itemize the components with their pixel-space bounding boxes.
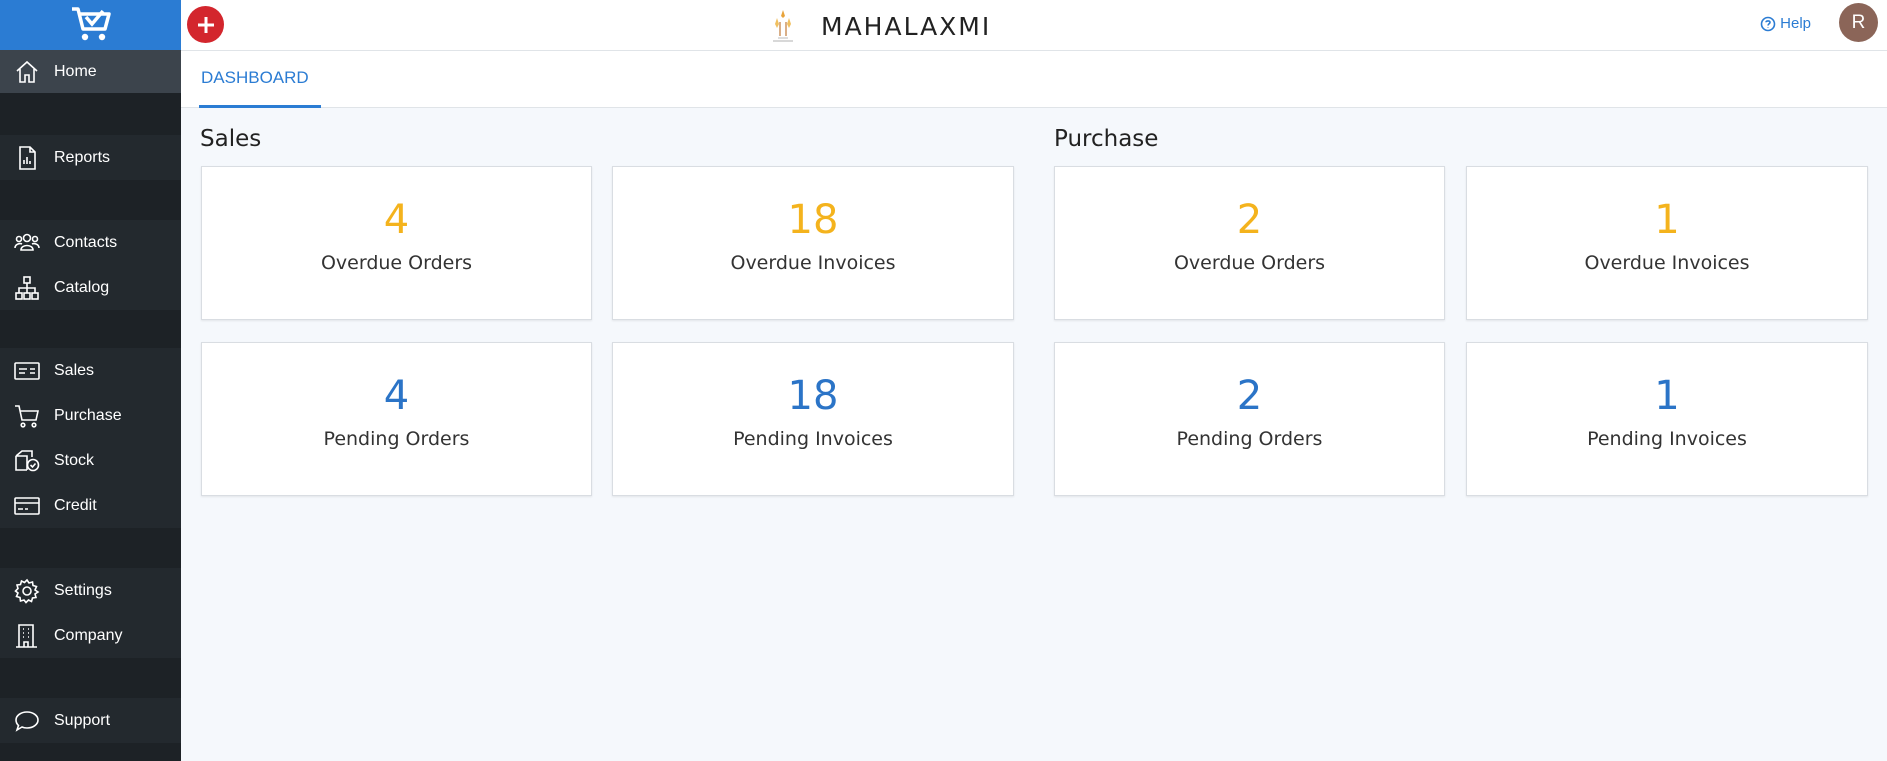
sidebar-item-label: Catalog <box>54 278 110 296</box>
cart-icon <box>12 401 42 431</box>
stat-label: Overdue Orders <box>1173 252 1326 274</box>
stat-label: Pending Orders <box>323 428 470 450</box>
stat-label: Pending Invoices <box>733 428 893 450</box>
stat-label: Pending Orders <box>1176 428 1323 450</box>
sidebar-item-label: Purchase <box>54 406 122 424</box>
app-logo[interactable] <box>0 0 181 50</box>
add-button[interactable] <box>187 6 224 43</box>
report-icon <box>12 143 42 173</box>
gear-icon <box>12 576 42 606</box>
sidebar-item-label: Reports <box>54 148 111 166</box>
sidebar-item-catalog[interactable]: Catalog <box>0 265 181 310</box>
tab-dashboard[interactable]: DASHBOARD <box>199 51 321 108</box>
sidebar-item-home[interactable]: Home <box>0 50 181 93</box>
sidebar-item-settings[interactable]: Settings <box>0 568 181 613</box>
sidebar-item-reports[interactable]: Reports <box>0 135 181 180</box>
help-link[interactable]: Help <box>1760 15 1811 32</box>
chat-icon <box>12 706 42 736</box>
stat-value: 2 <box>1236 373 1263 419</box>
building-icon <box>12 621 42 651</box>
stat-value: 1 <box>1654 197 1680 243</box>
sidebar-item-label: Contacts <box>54 233 118 251</box>
top-bar: MAHALAXMI Help R <box>181 0 1887 51</box>
cart-logo-icon <box>71 7 111 41</box>
sidebar-item-stock[interactable]: Stock <box>0 438 181 483</box>
stat-value: 18 <box>787 373 839 419</box>
sidebar-item-label: Sales <box>54 361 95 379</box>
sales-section-title: Sales <box>200 126 262 152</box>
sidebar-item-label: Settings <box>54 581 112 599</box>
sidebar-item-contacts[interactable]: Contacts <box>0 220 181 265</box>
sidebar-item-label: Credit <box>54 496 97 514</box>
sidebar-item-sales[interactable]: Sales <box>0 348 181 393</box>
sidebar-item-company[interactable]: Company <box>0 613 181 658</box>
sidebar-item-label: Support <box>54 711 111 729</box>
sidebar-item-label: Stock <box>54 451 95 469</box>
help-icon <box>1760 16 1776 31</box>
sales-overdue-orders-card[interactable]: 4 Overdue Orders <box>201 166 592 320</box>
sidebar-item-purchase[interactable]: Purchase <box>0 393 181 438</box>
sidebar-item-label: Home <box>54 62 97 80</box>
stat-label: Overdue Invoices <box>1584 252 1750 274</box>
avatar[interactable]: R <box>1839 3 1878 42</box>
stat-value: 2 <box>1236 197 1263 243</box>
sidebar: Home Reports Contacts Catalog Sales Purc… <box>0 0 181 761</box>
purchase-section-title: Purchase <box>1054 126 1159 152</box>
stat-label: Overdue Invoices <box>730 252 896 274</box>
help-label: Help <box>1780 15 1811 32</box>
credit-card-icon <box>12 491 42 521</box>
stock-icon <box>12 446 42 476</box>
company-name: MAHALAXMI <box>821 11 992 41</box>
purchase-pending-orders-card[interactable]: 2 Pending Orders <box>1054 342 1445 496</box>
plus-icon <box>197 16 214 33</box>
sidebar-item-support[interactable]: Support <box>0 698 181 743</box>
purchase-overdue-orders-card[interactable]: 2 Overdue Orders <box>1054 166 1445 320</box>
purchase-pending-invoices-card[interactable]: 1 Pending Invoices <box>1466 342 1868 496</box>
sales-icon <box>12 356 42 386</box>
sidebar-item-label: Company <box>54 626 123 644</box>
sidebar-item-credit[interactable]: Credit <box>0 483 181 528</box>
sales-overdue-invoices-card[interactable]: 18 Overdue Invoices <box>612 166 1014 320</box>
home-icon <box>12 57 42 87</box>
stat-value: 18 <box>787 197 839 243</box>
catalog-icon <box>12 273 42 303</box>
stat-value: 4 <box>383 373 410 419</box>
sales-pending-orders-card[interactable]: 4 Pending Orders <box>201 342 592 496</box>
tab-bar: DASHBOARD <box>181 51 1887 108</box>
purchase-overdue-invoices-card[interactable]: 1 Overdue Invoices <box>1466 166 1868 320</box>
stat-label: Overdue Orders <box>320 252 473 274</box>
company-logo-icon <box>773 10 793 42</box>
stat-label: Pending Invoices <box>1587 428 1747 450</box>
sales-pending-invoices-card[interactable]: 18 Pending Invoices <box>612 342 1014 496</box>
stat-value: 4 <box>383 197 410 243</box>
company-brand: MAHALAXMI <box>763 8 991 44</box>
stat-value: 1 <box>1654 373 1680 419</box>
contacts-icon <box>12 228 42 258</box>
